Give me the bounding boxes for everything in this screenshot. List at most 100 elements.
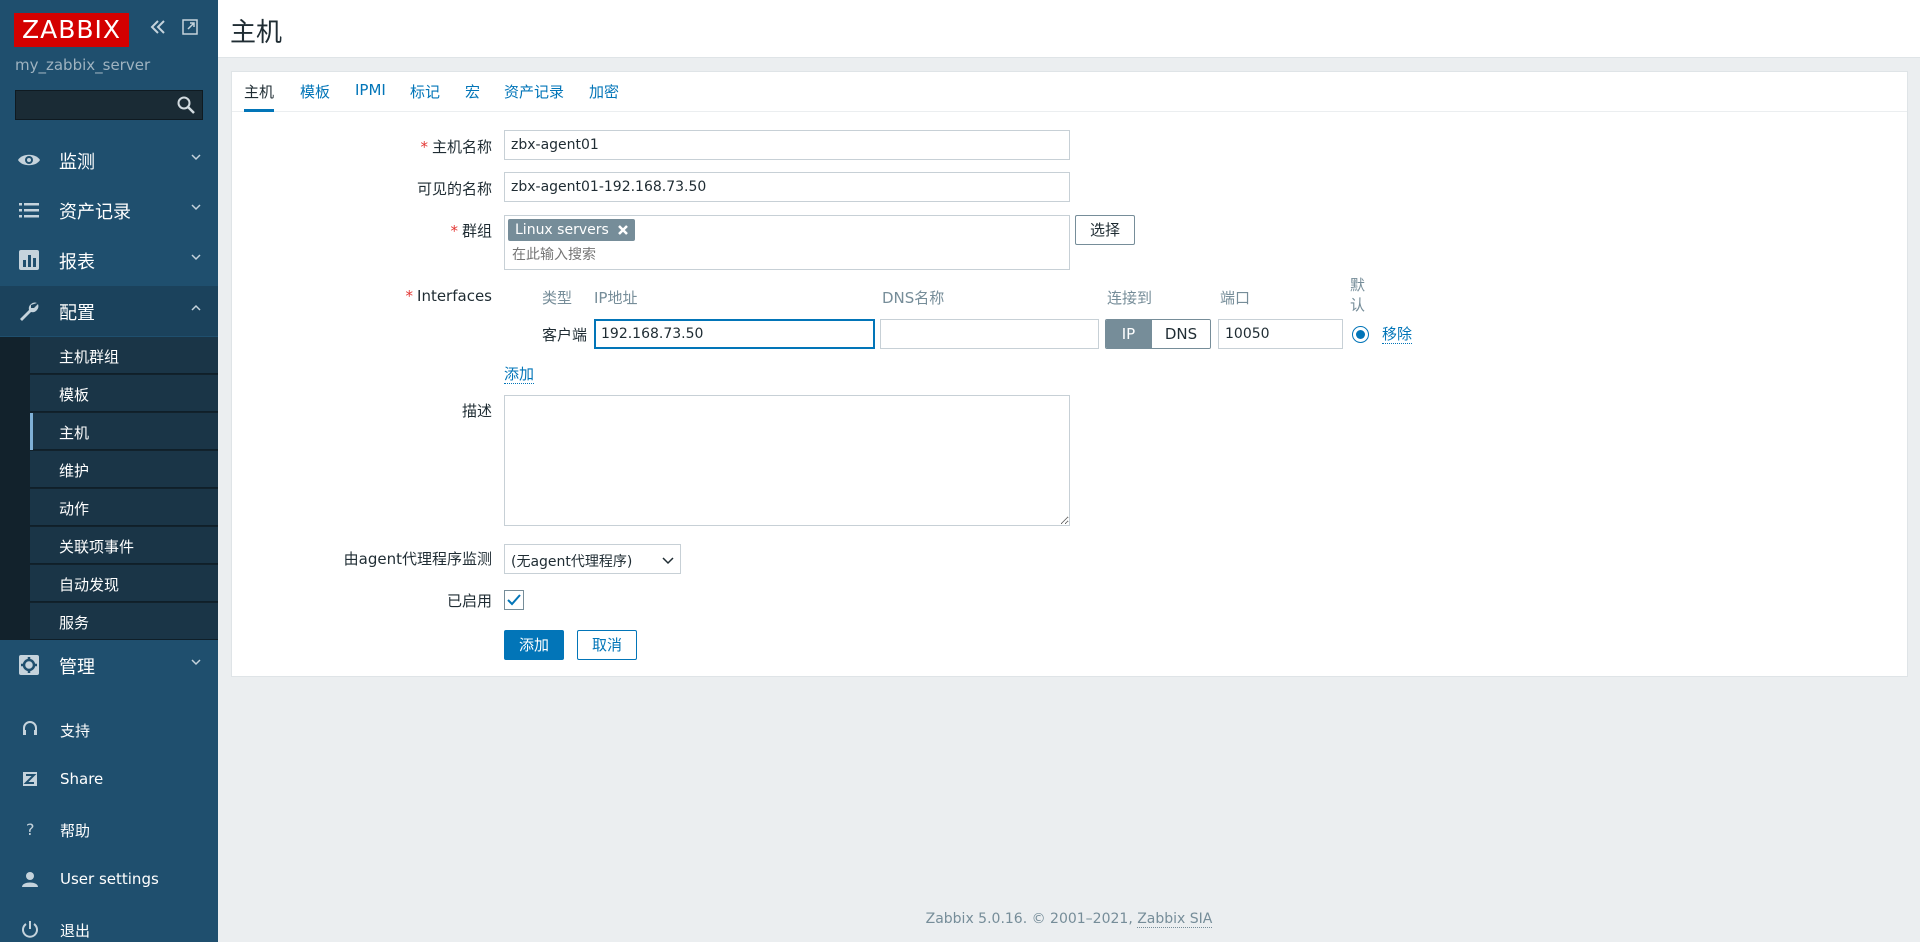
eye-icon (18, 154, 40, 166)
connect-ip-button[interactable]: IP (1106, 320, 1151, 348)
required-marker: * (450, 222, 458, 240)
nav-share[interactable]: Share (0, 760, 218, 800)
submenu-label: 动作 (59, 500, 90, 518)
chevron-down-icon (191, 254, 201, 261)
host-form-card: 主机 模板 IPMI 标记 宏 资产记录 加密 * 主机名称 可见的名称 * 群组 … (231, 71, 1908, 677)
submenu-label: 主机群组 (59, 348, 120, 366)
cancel-button[interactable]: 取消 (577, 630, 637, 660)
default-interface-radio[interactable] (1352, 326, 1369, 343)
remove-interface-link[interactable]: 移除 (1382, 325, 1413, 344)
question-icon: ? (26, 820, 35, 838)
interfaces-header-port: 端口 (1220, 289, 1251, 307)
interface-dns-input[interactable] (880, 319, 1099, 349)
sidebar-item-services[interactable]: 服务 (30, 603, 218, 640)
sidebar-item-templates[interactable]: 模板 (30, 375, 218, 412)
connect-dns-button[interactable]: DNS (1151, 320, 1210, 348)
groups-multiselect[interactable]: Linux servers (504, 215, 1070, 270)
nav-label: 资产记录 (59, 202, 131, 223)
label-column: * 主机名称 可见的名称 * 群组 * Interfaces 描述 由agent代理程… (232, 72, 492, 672)
group-tag: Linux servers (508, 219, 635, 241)
nav-reports[interactable]: 报表 (0, 235, 218, 285)
nav-monitoring[interactable]: 监测 (0, 135, 218, 185)
host-name-label: * 主机名称 (420, 136, 492, 157)
sidebar-item-event-correlation[interactable]: 关联项事件 (30, 527, 218, 564)
submenu-label: 自动发现 (59, 576, 120, 594)
enabled-checkbox[interactable] (504, 590, 524, 610)
radio-dot (1356, 330, 1365, 339)
sidebar-item-host-groups[interactable]: 主机群组 (30, 337, 218, 374)
sidebar-search (15, 90, 203, 120)
configuration-submenu: 主机群组 模板 主机 维护 动作 关联项事件 自动发现 服务 (0, 337, 218, 640)
list-icon (19, 203, 39, 218)
proxy-select[interactable]: (无agent代理程序) (504, 544, 681, 574)
visible-name-input[interactable] (504, 172, 1070, 202)
tab-inventory[interactable]: 资产记录 (504, 81, 564, 112)
page-title: 主机 (230, 18, 283, 48)
interface-type: 客户端 (542, 326, 588, 344)
select-groups-button[interactable]: 选择 (1075, 215, 1135, 245)
page-header: 主机 (218, 0, 1920, 58)
zabbix-logo[interactable]: ZABBIX (14, 13, 129, 47)
svg-text:?: ? (26, 820, 35, 838)
required-marker: * (405, 287, 414, 305)
gear-icon (19, 655, 39, 675)
submenu-label: 维护 (59, 462, 90, 480)
nav-support[interactable]: 支持 (0, 710, 218, 750)
interface-ip-input[interactable] (594, 319, 875, 349)
label-text: Interfaces (417, 287, 492, 305)
host-name-input[interactable] (504, 130, 1070, 160)
tab-encryption[interactable]: 加密 (589, 81, 619, 112)
groups-label: * 群组 (450, 220, 492, 241)
nav-user-settings[interactable]: User settings (0, 860, 218, 900)
power-icon (22, 921, 38, 938)
sidebar: ZABBIX my_zabbix_server 监测 资产记录 报表 配置 主机… (0, 0, 218, 942)
footer-text: Zabbix 5.0.16. © 2001–2021, (925, 911, 1138, 927)
server-name: my_zabbix_server (15, 56, 151, 74)
interfaces-header-dns: DNS名称 (882, 289, 945, 307)
zabbix-sia-link[interactable]: Zabbix SIA (1137, 911, 1213, 928)
search-icon[interactable] (176, 95, 196, 115)
interfaces-header-ip: IP地址 (594, 289, 638, 307)
util-label: Share (60, 770, 104, 788)
util-label: 支持 (60, 722, 91, 740)
sidebar-item-actions[interactable]: 动作 (30, 489, 218, 526)
nav-administration[interactable]: 管理 (0, 640, 218, 690)
user-icon (22, 872, 38, 887)
nav-help[interactable]: ? 帮助 (0, 810, 218, 850)
page-footer: Zabbix 5.0.16. © 2001–2021, Zabbix SIA (218, 911, 1920, 928)
headset-icon (23, 721, 37, 735)
sidebar-item-hosts[interactable]: 主机 (30, 413, 218, 450)
interfaces-label: * Interfaces (406, 287, 492, 305)
submenu-label: 关联项事件 (59, 538, 135, 556)
interfaces-header-default: 默认 (1350, 276, 1366, 314)
sidebar-item-maintenance[interactable]: 维护 (30, 451, 218, 488)
groups-search-input[interactable] (508, 244, 908, 266)
chevron-down-icon (191, 659, 201, 666)
add-interface-link[interactable]: 添加 (504, 365, 535, 384)
proxy-selected-value: (无agent代理程序) (511, 554, 633, 570)
sidebar-item-discovery[interactable]: 自动发现 (30, 565, 218, 602)
label-text: 群组 (461, 222, 492, 240)
wrench-icon (20, 302, 39, 321)
chevron-down-icon (662, 557, 674, 565)
kiosk-mode-icon[interactable] (177, 17, 203, 43)
nav-configuration[interactable]: 配置 (0, 286, 218, 336)
nav-label: 配置 (59, 303, 95, 324)
util-label: 帮助 (60, 822, 91, 840)
submenu-label: 服务 (59, 614, 90, 632)
required-marker: * (420, 138, 428, 156)
logo-row: ZABBIX (14, 13, 204, 47)
util-label: User settings (60, 870, 159, 888)
description-textarea[interactable] (504, 395, 1070, 526)
submenu-label: 主机 (59, 424, 90, 442)
nav-label: 监测 (59, 152, 95, 173)
bar-chart-icon (19, 250, 39, 270)
interface-port-input[interactable] (1218, 319, 1343, 349)
remove-tag-icon[interactable] (617, 224, 629, 236)
add-button[interactable]: 添加 (504, 630, 564, 660)
sidebar-search-input[interactable] (16, 91, 176, 119)
collapse-sidebar-icon[interactable] (145, 17, 171, 43)
nav-sign-out[interactable]: 退出 (0, 910, 218, 942)
share-z-icon (23, 772, 37, 786)
nav-inventory[interactable]: 资产记录 (0, 185, 218, 235)
